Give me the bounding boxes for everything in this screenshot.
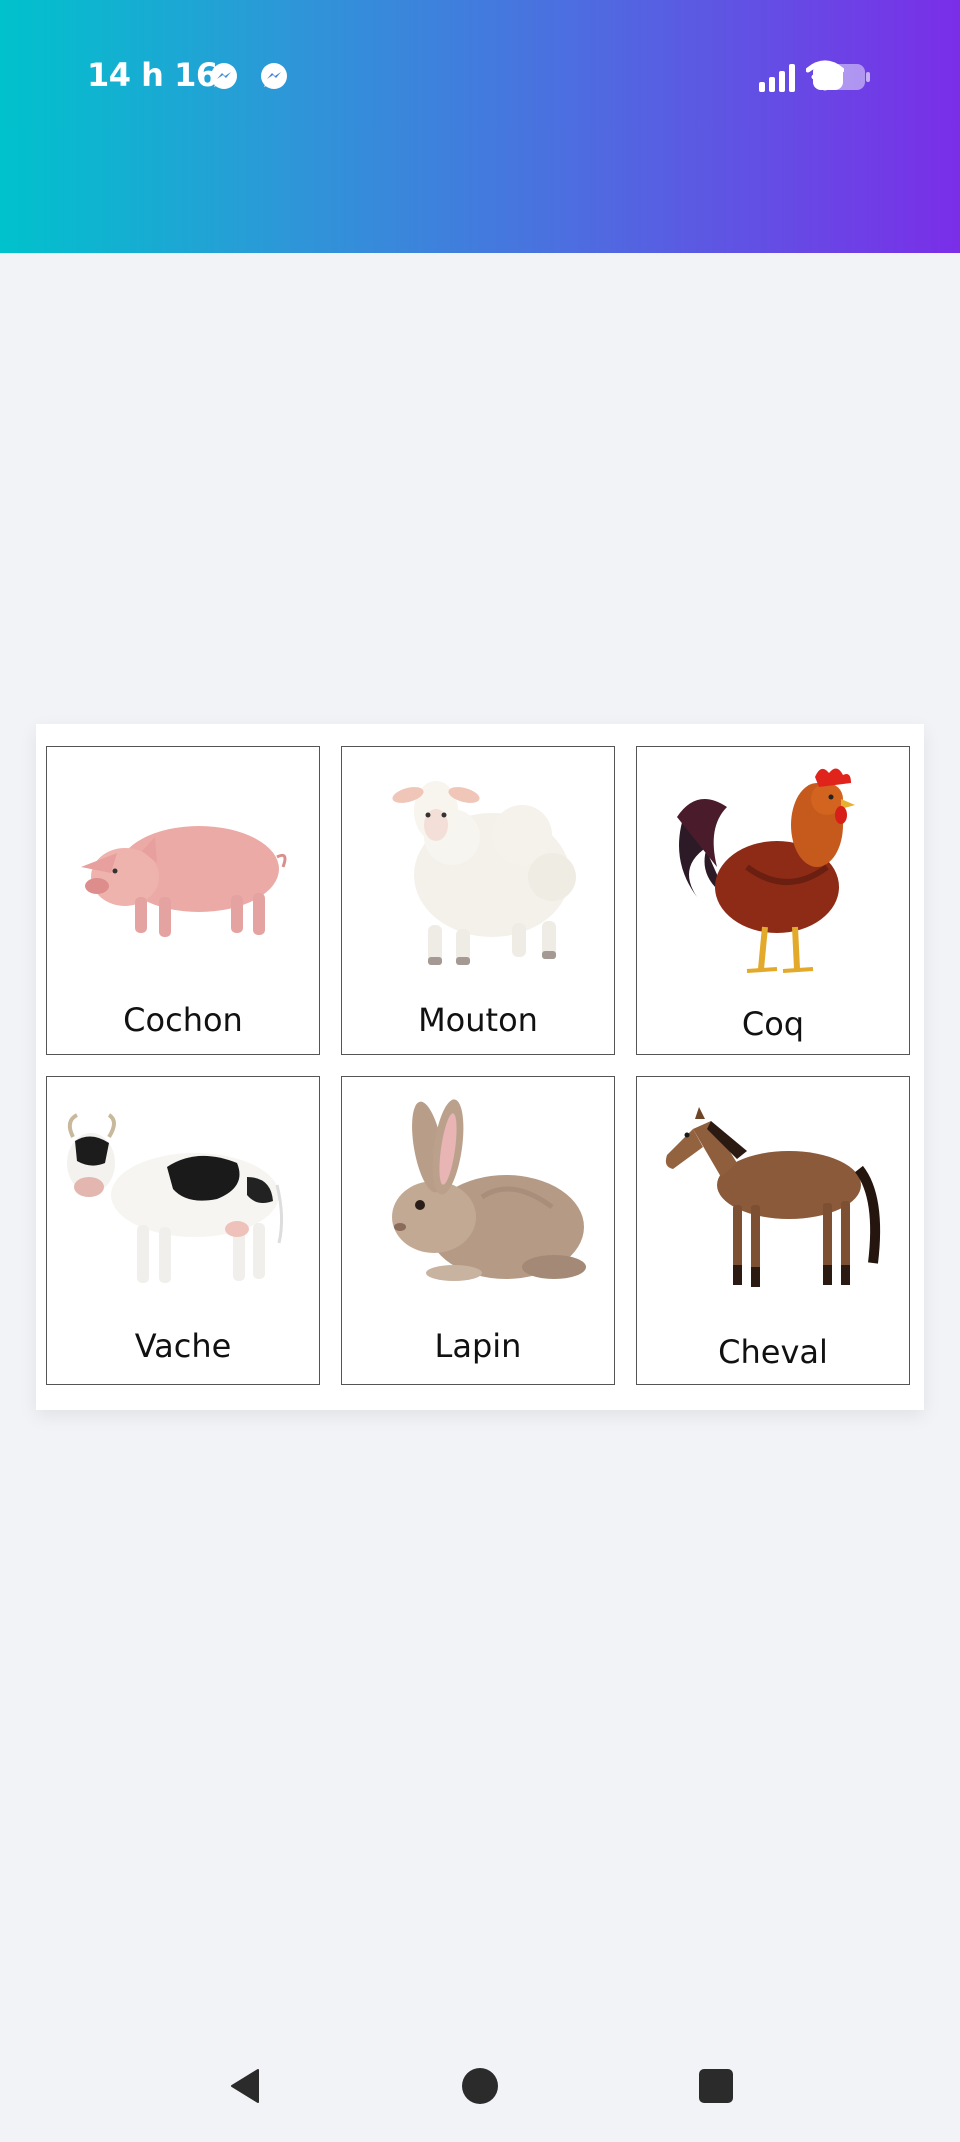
card-label: Lapin xyxy=(434,1327,522,1365)
card-label: Cochon xyxy=(123,1001,243,1039)
battery-icon xyxy=(813,64,870,90)
card-label: Vache xyxy=(134,1327,232,1365)
pig-illustration xyxy=(81,826,287,937)
status-time: 14 h 16 xyxy=(87,56,218,94)
card-cow[interactable]: Vache xyxy=(46,1076,320,1385)
animal-sheet: Cochon Mouton Coq Vache Lapin Cheval xyxy=(36,724,924,1410)
rabbit-illustration xyxy=(392,1099,586,1281)
card-rooster[interactable]: Coq xyxy=(636,746,910,1055)
cow-illustration xyxy=(67,1113,284,1283)
card-rabbit[interactable]: Lapin xyxy=(341,1076,615,1385)
back-icon[interactable] xyxy=(226,2066,266,2106)
signal-icon xyxy=(759,64,795,92)
rooster-illustration xyxy=(677,768,855,973)
horse-illustration xyxy=(665,1107,881,1287)
home-icon[interactable] xyxy=(460,2066,500,2106)
card-pig[interactable]: Cochon xyxy=(46,746,320,1055)
recents-icon[interactable] xyxy=(696,2066,736,2106)
card-sheep[interactable]: Mouton xyxy=(341,746,615,1055)
card-label: Coq xyxy=(741,1005,805,1043)
messenger-icon xyxy=(211,63,237,89)
status-bar: 14 h 16 xyxy=(0,0,960,253)
card-horse[interactable]: Cheval xyxy=(636,1076,910,1385)
card-label: Mouton xyxy=(418,1001,538,1039)
messenger-icon xyxy=(261,63,287,89)
sheep-illustration xyxy=(392,781,576,965)
card-label: Cheval xyxy=(718,1333,828,1371)
